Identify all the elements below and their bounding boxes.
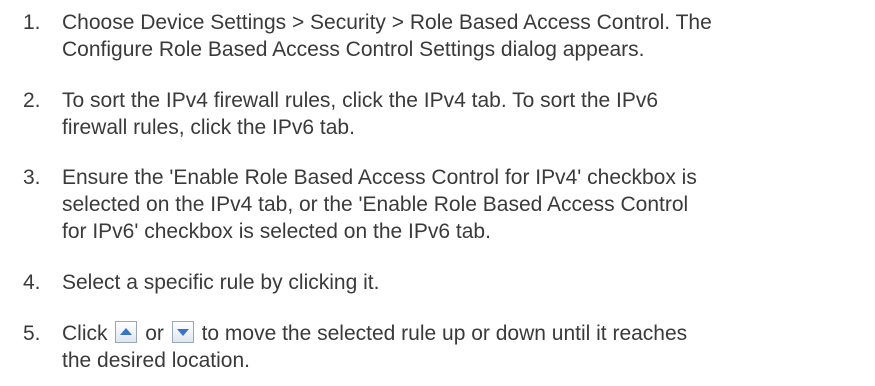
or-word: or — [145, 322, 164, 345]
step-line: the desired location. — [62, 349, 250, 372]
step-line: To sort the IPv4 firewall rules, click t… — [62, 89, 659, 112]
step-text: Ensure the 'Enable Role Based Access Con… — [62, 164, 874, 245]
step-line: Click or to move the selected rule up or… — [62, 320, 874, 347]
step-line: Choose Device Settings > Security > Role… — [62, 11, 712, 34]
step-line: Ensure the 'Enable Role Based Access Con… — [62, 166, 697, 189]
step-number: 4. — [23, 271, 41, 294]
step-text: To sort the IPv4 firewall rules, click t… — [62, 87, 874, 141]
step-line: Configure Role Based Access Control Sett… — [62, 38, 645, 61]
step-line: Select a specific rule by clicking it. — [62, 271, 380, 294]
move-down-icon — [171, 321, 194, 343]
step-text: Click or to move the selected rule up or… — [62, 320, 874, 374]
step-number: 1. — [23, 11, 41, 34]
step-number: 2. — [23, 89, 41, 112]
move-up-icon — [115, 321, 138, 343]
step-line: for IPv6' checkbox is selected on the IP… — [62, 220, 491, 243]
step-number: 5. — [23, 322, 41, 345]
step-line: selected on the IPv4 tab, or the 'Enable… — [62, 193, 689, 216]
step-text: Select a specific rule by clicking it. — [62, 269, 874, 296]
click-word: Click — [62, 322, 108, 345]
step-5-rest: to move the selected rule up or down unt… — [201, 322, 688, 345]
step-line: firewall rules, click the IPv6 tab. — [62, 116, 355, 139]
step-text: Choose Device Settings > Security > Role… — [62, 9, 874, 63]
step-number: 3. — [23, 166, 41, 189]
